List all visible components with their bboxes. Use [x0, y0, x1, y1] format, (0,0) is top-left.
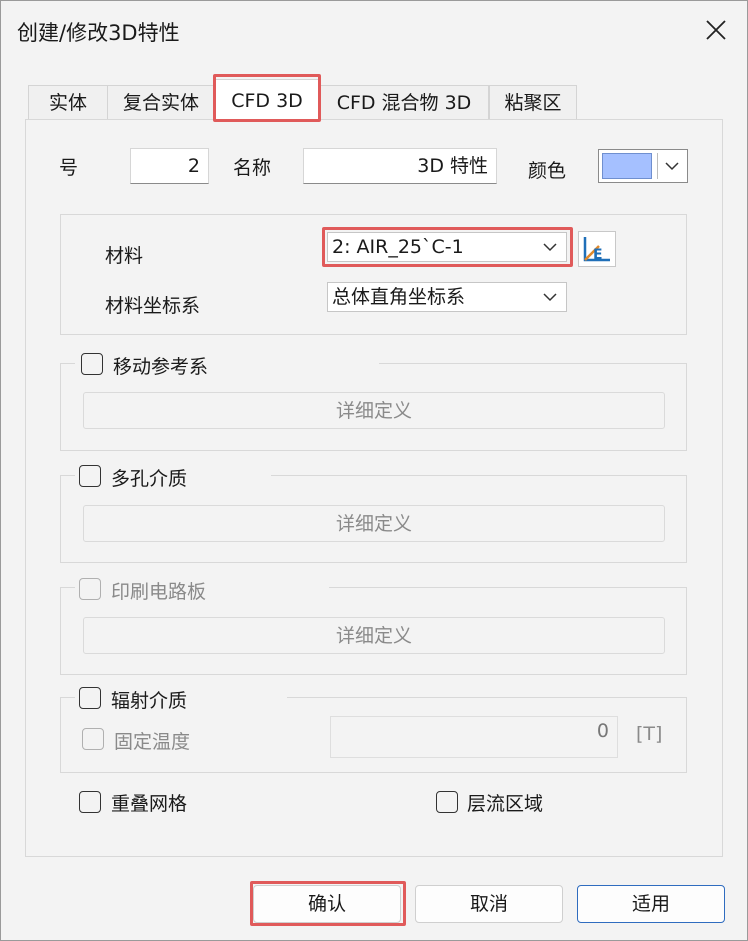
color-dropdown-button[interactable] [657, 153, 686, 179]
material-coord-select[interactable]: 总体直角坐标系 [327, 282, 567, 312]
tab-label: CFD 混合物 3D [336, 92, 472, 114]
tab-cfd-3d[interactable]: CFD 3D [215, 79, 319, 121]
color-picker[interactable] [598, 149, 688, 183]
radiation-checkbox[interactable] [79, 687, 101, 709]
chevron-down-icon [543, 293, 557, 302]
svg-text:E: E [593, 247, 603, 263]
pcb-label: 印刷电路板 [111, 581, 207, 603]
material-axes-icon: E [583, 237, 610, 263]
cancel-button[interactable]: 取消 [415, 885, 563, 923]
close-icon [706, 20, 726, 40]
material-coord-select-value: 总体直角坐标系 [332, 286, 466, 308]
tab-label: 实体 [48, 92, 87, 114]
porous-label: 多孔介质 [111, 468, 188, 490]
moving-ref-detail-button[interactable]: 详细定义 [83, 392, 665, 429]
moving-ref-label: 移动参考系 [113, 356, 209, 378]
tab-solid[interactable]: 实体 [28, 85, 108, 119]
close-button[interactable] [699, 13, 733, 47]
chevron-down-icon [543, 243, 557, 252]
pcb-detail-button[interactable]: 详细定义 [83, 617, 665, 654]
color-swatch[interactable] [602, 153, 652, 179]
laminar-zone-label: 层流区域 [467, 793, 544, 815]
fixed-temp-label: 固定温度 [114, 731, 191, 753]
fixed-temp-unit: [T] [636, 723, 663, 745]
moving-ref-checkbox[interactable] [81, 353, 103, 375]
ok-button[interactable]: 确认 [253, 885, 401, 923]
porous-detail-button[interactable]: 详细定义 [83, 505, 665, 542]
name-field[interactable]: 3D 特性 [303, 148, 497, 184]
dialog-window: 创建/修改3D特性 实体 复合实体 CFD 3D CFD 混合物 3D 粘聚区 … [0, 0, 748, 941]
chevron-down-icon [665, 162, 679, 171]
material-label: 材料 [105, 245, 144, 267]
tab-label: 复合实体 [122, 92, 199, 114]
material-select[interactable]: 2: AIR_25`C-1 [327, 232, 567, 262]
window-title: 创建/修改3D特性 [17, 21, 180, 45]
name-label: 名称 [233, 157, 272, 179]
material-editor-button[interactable]: E [578, 231, 616, 267]
tab-label: CFD 3D [231, 90, 303, 112]
fixed-temp-field[interactable]: 0 [330, 716, 618, 758]
tab-cohesive-zone[interactable]: 粘聚区 [489, 85, 577, 119]
material-select-value: 2: AIR_25`C-1 [332, 236, 464, 258]
material-coord-label: 材料坐标系 [105, 295, 201, 317]
number-field[interactable]: 2 [130, 148, 209, 184]
color-label: 颜色 [528, 160, 567, 182]
number-label: 号 [59, 157, 79, 179]
fixed-temp-checkbox[interactable] [82, 728, 104, 750]
tab-composite-solid[interactable]: 复合实体 [107, 85, 215, 119]
porous-checkbox[interactable] [79, 465, 101, 487]
title-bar: 创建/修改3D特性 [1, 1, 747, 63]
radiation-label: 辐射介质 [111, 690, 188, 712]
overlap-mesh-checkbox[interactable] [79, 791, 101, 813]
pcb-checkbox[interactable] [79, 578, 101, 600]
apply-button[interactable]: 适用 [577, 885, 725, 923]
tab-cfd-mixture-3d[interactable]: CFD 混合物 3D [319, 85, 489, 119]
laminar-zone-checkbox[interactable] [436, 791, 458, 813]
tab-label: 粘聚区 [504, 92, 562, 114]
overlap-mesh-label: 重叠网格 [111, 793, 188, 815]
